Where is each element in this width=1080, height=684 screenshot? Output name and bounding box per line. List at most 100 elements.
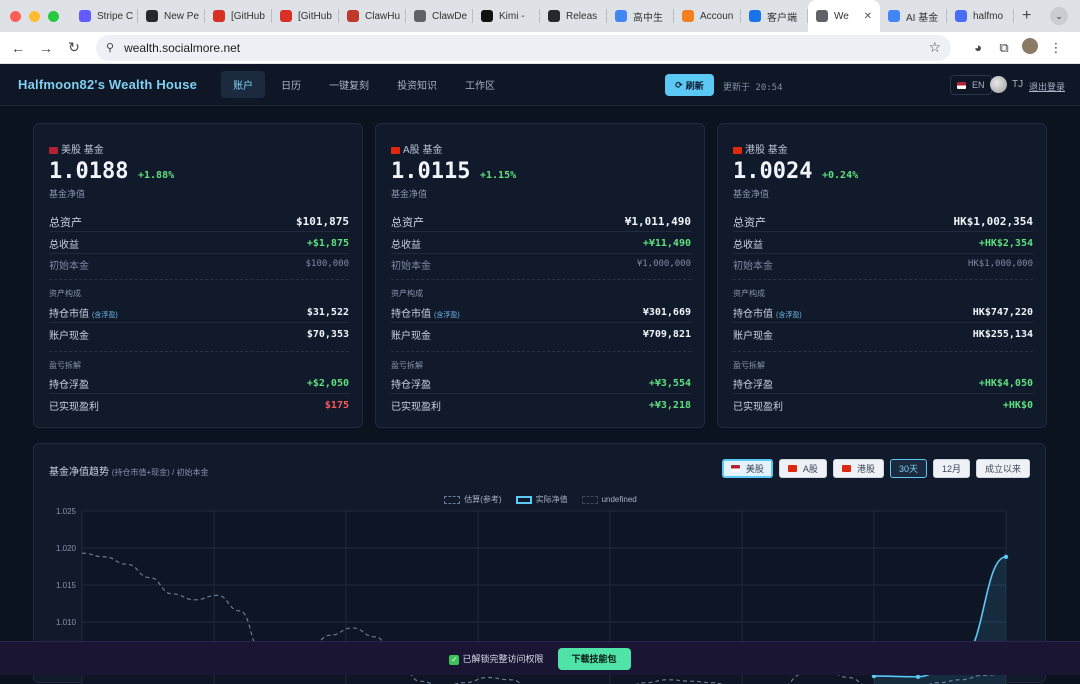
tab-title: Kimi - (499, 10, 525, 22)
tab-title: 客户端 (767, 12, 797, 24)
extension-cookie-icon[interactable]: ◕ (965, 40, 991, 55)
fund-nav-label: 基金净值 (391, 189, 428, 199)
cash-value: ¥709,821 (642, 328, 691, 340)
cash-row: 账户现金 $70,353 (49, 328, 349, 342)
tab-title: AI 基金 (906, 12, 939, 24)
browser-tab[interactable]: ClawHu (339, 0, 406, 32)
section-label-composition: 资产构成 (391, 289, 423, 298)
data-point-actual (1003, 554, 1009, 560)
browser-tab[interactable]: ClawDe (406, 0, 473, 32)
maximize-window-button[interactable] (48, 10, 59, 22)
section-label-composition: 资产构成 (733, 289, 765, 298)
fund-card: A股 基金 1.0115 +1.15% 基金净值 总资产 ¥1,011,490 … (375, 123, 705, 428)
back-arrow-icon[interactable]: ← (4, 40, 32, 56)
tab-close-icon[interactable]: ✕ (864, 11, 872, 22)
total-assets-row: 总资产 $101,875 (49, 212, 349, 232)
cash-value: $70,353 (306, 328, 349, 340)
brand-title[interactable]: Halfmoon82's Wealth House (18, 77, 197, 92)
browser-menu-icon[interactable]: ⋮ (1043, 40, 1069, 56)
refresh-button[interactable]: ⟳ 刷新 (665, 74, 714, 96)
floating-pnl-row: 持仓浮盈 +¥3,554 (391, 374, 691, 394)
nav-item-account[interactable]: 账户 (221, 71, 266, 98)
user-name: TJ (1012, 79, 1024, 90)
tab-favicon-icon (888, 10, 900, 22)
new-tab-button[interactable]: + (1022, 7, 1031, 25)
extensions-puzzle-icon[interactable]: ⧉ (991, 40, 1017, 56)
tab-title: New Pe (164, 10, 200, 22)
divider (49, 351, 349, 352)
nav-item-knowledge[interactable]: 投资知识 (385, 71, 449, 98)
browser-tab[interactable]: 客户端 (741, 0, 808, 32)
tab-title: We (834, 10, 849, 22)
total-pnl-value: +¥11,490 (642, 238, 691, 249)
tab-title: Accoun (700, 10, 734, 22)
forward-arrow-icon[interactable]: → (32, 40, 60, 56)
principal-row: 初始本金 ¥1,000,000 (391, 259, 691, 272)
minimize-window-button[interactable] (29, 10, 40, 22)
app-header: Halfmoon82's Wealth House 账户 日历 一键复刻 投资知… (0, 64, 1080, 106)
cash-row: 账户现金 ¥709,821 (391, 328, 691, 342)
browser-tab[interactable]: Kimi - (473, 0, 540, 32)
browser-tab[interactable]: [GitHub (205, 0, 272, 32)
total-assets-row: 总资产 HK$1,002,354 (733, 212, 1033, 232)
nav-item-copy[interactable]: 一键复刻 (317, 71, 381, 98)
tab-search-chevron-icon[interactable]: ⌄ (1050, 7, 1068, 25)
browser-tab[interactable]: Stripe C (71, 0, 138, 32)
nav-item-workspace[interactable]: 工作区 (453, 71, 507, 98)
browser-tab[interactable]: Releas (540, 0, 607, 32)
tab-title: ClawHu (365, 10, 401, 22)
tab-favicon-icon (816, 10, 828, 22)
check-icon: ✓ (449, 655, 460, 665)
browser-tab[interactable]: [GitHub (272, 0, 339, 32)
tab-favicon-icon (146, 10, 158, 22)
holding-value-row: 持仓市值 (含浮盈) HK$747,220 (733, 303, 1033, 323)
refresh-icon: ⟳ (675, 79, 683, 90)
browser-tab[interactable]: AI 基金 (880, 0, 947, 32)
floating-gain-tag: (含浮盈) (434, 312, 460, 319)
total-pnl-row: 总收益 +$1,875 (49, 234, 349, 254)
reload-icon[interactable]: ↻ (60, 39, 88, 56)
site-info-icon[interactable]: ⚲ (106, 41, 114, 54)
holding-value: $31,522 (306, 307, 349, 318)
language-switch[interactable]: EN (950, 75, 992, 95)
holding-value: ¥301,669 (642, 307, 691, 318)
close-window-button[interactable] (10, 10, 21, 22)
url-field[interactable]: ⚲ wealth.socialmore.net ☆ (96, 34, 951, 61)
floating-gain-tag: (含浮盈) (776, 312, 802, 319)
updated-time: 更新于 20:54 (723, 83, 783, 93)
floating-pnl-value: +$2,050 (306, 378, 349, 389)
realized-pnl-row: 已实现盈利 $175 (49, 399, 349, 413)
browser-tab[interactable]: halfmo (947, 0, 1014, 32)
fund-nav-value: 1.0024 (733, 159, 813, 184)
y-tick-label: 1.020 (56, 544, 77, 553)
tab-title: halfmo (973, 10, 1004, 22)
profile-avatar[interactable] (1017, 38, 1043, 57)
tab-favicon-icon (615, 10, 627, 22)
fund-card-title: 美股 基金 (49, 141, 104, 156)
fund-card: 美股 基金 1.0188 +1.88% 基金净值 总资产 $101,875 总收… (33, 123, 363, 428)
tab-title: [GitHub (231, 10, 265, 22)
tab-separator (1013, 9, 1014, 23)
browser-tab[interactable]: New Pe (138, 0, 205, 32)
download-skill-pack-button[interactable]: 下载技能包 (557, 647, 631, 670)
total-pnl-value: +HK$2,354 (978, 238, 1033, 249)
floating-pnl-row: 持仓浮盈 +$2,050 (49, 374, 349, 394)
browser-tab[interactable]: 高中生 (607, 0, 674, 32)
nav-item-calendar[interactable]: 日历 (269, 71, 313, 98)
fund-card: 港股 基金 1.0024 +0.24% 基金净值 总资产 HK$1,002,35… (717, 123, 1047, 428)
user-avatar[interactable] (990, 76, 1007, 93)
realized-pnl-row: 已实现盈利 +¥3,218 (391, 399, 691, 413)
total-assets-value: HK$1,002,354 (953, 215, 1033, 228)
browser-tab[interactable]: Accoun (674, 0, 741, 32)
divider (391, 351, 691, 352)
total-assets-value: $101,875 (296, 215, 349, 228)
divider (49, 279, 349, 280)
browser-tab[interactable]: We ✕ (808, 0, 880, 32)
bookmark-star-icon[interactable]: ☆ (928, 39, 941, 56)
section-label-breakdown: 盈亏拆解 (391, 361, 423, 370)
holding-value: HK$747,220 (972, 307, 1033, 318)
logout-link[interactable]: 退出登录 (1029, 80, 1065, 93)
fund-card-title: 港股 基金 (733, 141, 788, 156)
principal-value: ¥1,000,000 (636, 259, 691, 269)
total-pnl-value: +$1,875 (306, 238, 349, 249)
